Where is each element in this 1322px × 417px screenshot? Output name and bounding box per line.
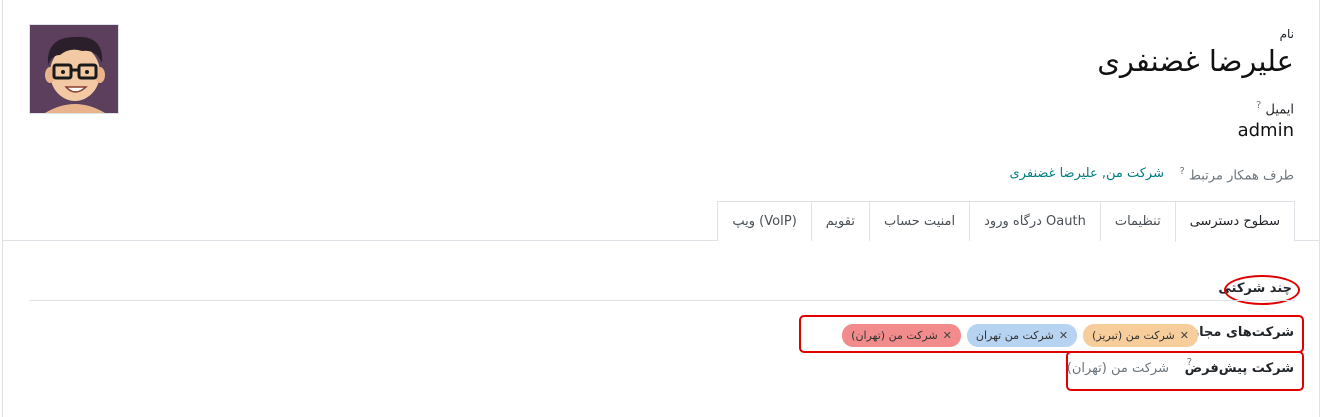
company-tag: شرکت من (تبریز) ✕ [1083,324,1198,347]
default-company-label: شرکت پیش‌فرض [1184,361,1294,376]
company-tag: شرکت من تهران ✕ [966,324,1078,347]
cartoon-face-icon [30,25,118,113]
related-partner-link[interactable]: شرکت من, علیرضا غضنفری [1010,166,1164,181]
tab-voip[interactable]: ویپ (VoIP) [717,201,812,241]
company-tag: شرکت من (تهران) ✕ [842,324,961,347]
tab-oauth[interactable]: درگاه ورود Oauth [969,201,1101,241]
help-icon[interactable]: ? [1187,357,1192,368]
allowed-companies-input[interactable]: شرکت من (تبریز) ✕ شرکت من تهران ✕ شرکت م… [842,324,1198,347]
remove-icon[interactable]: ✕ [943,329,952,342]
email-label: ? ایمیل [1256,100,1294,118]
form-sheet: نام علیرضا غضنفری ? ایمیل admin ? طرف هم… [2,0,1320,417]
notebook-tabs: سطوح دسترسی تنظیمات درگاه ورود Oauth امن… [717,201,1295,242]
remove-icon[interactable]: ✕ [1059,329,1068,342]
related-partner-label: ? طرف همکار مرتبط [1179,166,1294,184]
tab-preferences[interactable]: تنظیمات [1099,201,1176,241]
name-label: نام [1279,27,1294,41]
help-icon[interactable]: ? [1256,100,1261,111]
default-company-field[interactable]: شرکت من (تهران) [1067,361,1169,376]
tab-account-security[interactable]: امنیت حساب [868,201,971,241]
user-avatar[interactable] [29,24,119,114]
tab-access-rights[interactable]: سطوح دسترسی [1174,201,1295,242]
tab-calendar[interactable]: تقویم [810,201,870,241]
allowed-companies-label: شرکت‌های مجاز [1191,325,1294,340]
user-full-name-field[interactable]: علیرضا غضنفری [1097,44,1294,78]
help-icon[interactable]: ? [1179,166,1184,177]
login-field[interactable]: admin [1238,120,1294,141]
remove-icon[interactable]: ✕ [1180,329,1189,342]
section-divider [29,300,1295,301]
